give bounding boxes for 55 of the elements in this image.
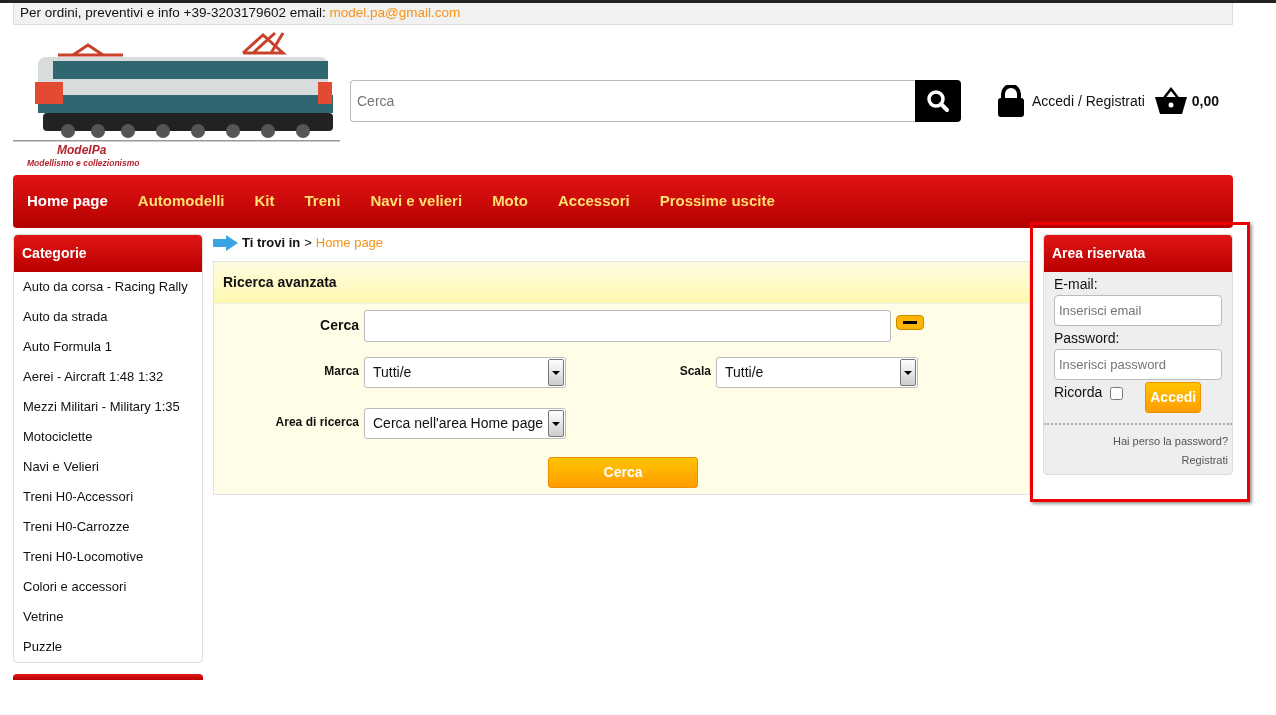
text-link[interactable]: Hai perso la password? <box>1113 432 1228 451</box>
nav-link[interactable]: Accessori <box>557 190 630 213</box>
category-link[interactable]: Treni H0-Locomotive <box>14 542 202 572</box>
basket-icon[interactable] <box>1154 87 1187 115</box>
category-link[interactable]: Colori e accessori <box>14 572 202 602</box>
field-label: Password: <box>1054 329 1121 348</box>
field-label: Marca <box>323 363 360 380</box>
logo-name: ModelPa <box>57 143 108 157</box>
breadcrumb-separator: > <box>304 234 312 253</box>
contact-text: Per ordini, preventivi e info +39-3203179602 email: <box>20 5 327 20</box>
category-link[interactable]: Treni H0-Carrozze <box>14 512 202 542</box>
category-link[interactable]: Vetrine <box>14 602 202 632</box>
category-link[interactable]: Mezzi Militari - Military 1:35 <box>14 392 202 422</box>
login-register-link[interactable]: Accedi / Registrati <box>1032 90 1145 112</box>
email-field[interactable]: Inserisci email <box>1054 295 1222 326</box>
category-link[interactable]: Auto da corsa - Racing Rally <box>14 272 202 302</box>
field-label: Scala <box>678 363 712 380</box>
remember-label: Ricorda <box>1054 383 1103 402</box>
search-button[interactable] <box>915 80 961 122</box>
dropdown[interactable]: Cerca nell'area Home page <box>364 408 566 439</box>
password-field[interactable]: Inserisci password <box>1054 349 1222 380</box>
nav-link[interactable]: Automodelli <box>137 190 225 213</box>
collapse-button[interactable] <box>896 315 924 330</box>
logo-tagline: Modellismo e collezionismo <box>27 157 141 169</box>
nav-link[interactable]: Kit <box>254 190 275 213</box>
field-label: Cerca <box>319 316 360 335</box>
minus-icon <box>903 321 917 324</box>
breadcrumb-label: Ti trovi in <box>242 234 301 253</box>
padlock-icon <box>997 85 1025 117</box>
nav-link[interactable]: Moto <box>492 190 528 213</box>
nav-link[interactable]: Prossime uscite <box>659 190 775 213</box>
category-link[interactable]: Auto da strada <box>14 302 202 332</box>
text-link[interactable]: Registrati <box>1181 451 1228 470</box>
panel-title: Categorie <box>14 235 202 272</box>
field-label: Area di ricerca <box>274 414 360 431</box>
cart-total: 0,00 <box>1191 91 1220 111</box>
panel-title: Ricerca avanzata <box>214 262 1029 304</box>
dropdown[interactable]: Tutti/e <box>364 357 566 388</box>
category-link[interactable]: Aerei - Aircraft 1:48 1:32 <box>14 362 202 392</box>
category-link[interactable]: Motociclette <box>14 422 202 452</box>
category-link[interactable]: Puzzle <box>14 632 202 662</box>
search-icon <box>926 89 950 113</box>
remember-checkbox[interactable] <box>1110 387 1124 400</box>
category-link[interactable]: Navi e Velieri <box>14 452 202 482</box>
search-text-field[interactable] <box>364 310 891 342</box>
nav-link[interactable]: Home page <box>27 190 108 213</box>
search-field[interactable]: Cerca <box>350 80 915 122</box>
nav-link[interactable]: Treni <box>304 190 341 213</box>
field-label: E-mail: <box>1054 275 1099 294</box>
nav-link[interactable]: Navi e velieri <box>370 190 463 213</box>
arrow-icon <box>213 235 238 251</box>
category-link[interactable]: Auto Formula 1 <box>14 332 202 362</box>
panel-title: Area riservata <box>1044 235 1232 272</box>
dropdown[interactable]: Tutti/e <box>716 357 918 388</box>
category-link[interactable]: Treni H0-Accessori <box>14 482 202 512</box>
